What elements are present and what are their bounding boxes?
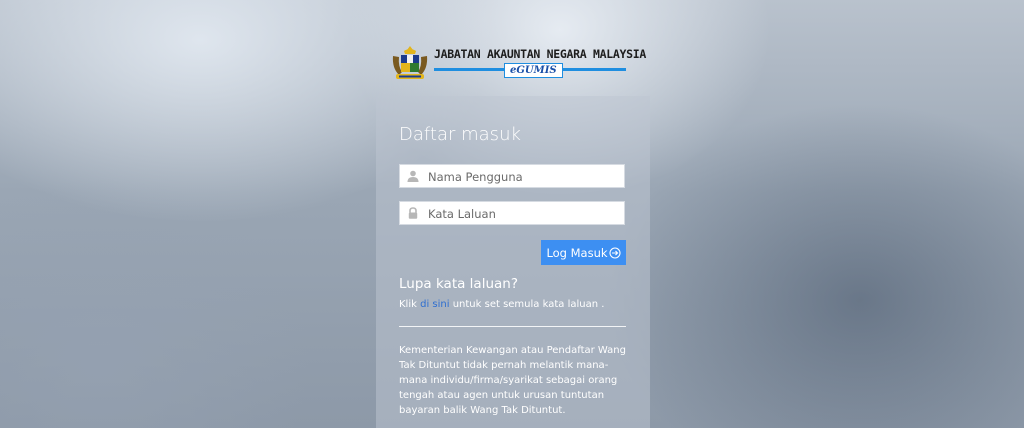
notice-text: Kementerian Kewangan atau Pendaftar Wang… [399, 345, 626, 416]
forgot-password-title: Lupa kata laluan? [399, 276, 519, 292]
user-icon [407, 170, 419, 182]
lock-icon [408, 207, 418, 219]
login-button-label: Log Masuk [546, 245, 608, 260]
coat-of-arms-icon [392, 46, 428, 79]
divider [399, 326, 626, 327]
login-button[interactable]: Log Masuk [541, 240, 626, 265]
agency-name: JABATAN AKAUNTAN NEGARA MALAYSIA [434, 47, 646, 61]
password-field-wrapper [399, 201, 625, 226]
system-logo: eGUMIS [504, 63, 563, 78]
username-input[interactable] [426, 165, 624, 189]
reset-password-link[interactable]: di sini [420, 299, 449, 310]
reset-password-instruction: Klik di sini untuk set semula kata lalua… [399, 299, 604, 310]
login-panel: Daftar masuk Log Masuk Lupa kata laluan?… [376, 96, 650, 428]
arrow-circle-right-icon [608, 246, 621, 259]
reset-suffix: untuk set semula kata laluan . [452, 299, 605, 310]
login-title: Daftar masuk [399, 124, 521, 145]
reset-prefix: Klik [399, 299, 417, 310]
site-header: JABATAN AKAUNTAN NEGARA MALAYSIA eGUMIS [390, 44, 646, 84]
username-field-wrapper [399, 164, 625, 189]
password-input[interactable] [426, 202, 624, 226]
